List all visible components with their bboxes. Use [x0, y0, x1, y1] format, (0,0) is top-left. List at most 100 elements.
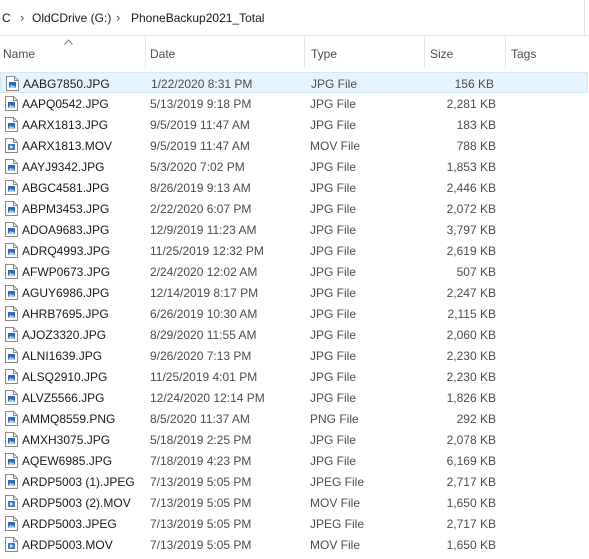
column-header-date[interactable]: Date [150, 47, 175, 61]
file-date: 8/29/2020 11:55 AM [150, 328, 257, 342]
column-header-row: Name Date Type Size Tags [0, 36, 589, 70]
file-row[interactable]: ALVZ5566.JPG 12/24/2020 12:14 PM JPG File 1… [0, 387, 589, 408]
file-name: AAYJ9342.JPG [22, 160, 105, 174]
image-file-icon [5, 390, 18, 405]
file-row[interactable]: ALNI1639.JPG 9/26/2020 7:13 PM JPG File 2,2… [0, 345, 589, 366]
column-header-size[interactable]: Size [430, 47, 453, 61]
file-date: 7/13/2019 5:05 PM [150, 475, 252, 489]
column-divider[interactable] [505, 36, 506, 68]
file-type: MOV File [310, 538, 361, 552]
file-row[interactable]: ARDP5003.MOV 7/13/2019 5:05 PM MOV File 1,6… [0, 534, 589, 555]
file-row[interactable]: AFWP0673.JPG 2/24/2020 12:02 AM JPG File 50… [0, 261, 589, 282]
video-file-icon [5, 138, 18, 153]
file-row[interactable]: AAPQ0542.JPG 5/13/2019 9:18 PM JPG File 2,2… [0, 93, 589, 114]
file-row[interactable]: AQEW6985.JPG 7/18/2019 4:23 PM JPG File 6,1… [0, 450, 589, 471]
file-row[interactable]: ARDP5003.JPEG 7/13/2019 5:05 PM JPEG File 2… [0, 513, 589, 534]
file-size: 156 KB [454, 77, 494, 91]
image-file-icon [5, 411, 18, 426]
image-file-icon [5, 180, 18, 195]
file-size: 1,853 KB [446, 160, 496, 174]
file-name: ALSQ2910.JPG [22, 370, 108, 384]
image-file-icon [5, 327, 18, 342]
file-size: 6,169 KB [446, 454, 496, 468]
breadcrumb-item-drive[interactable]: OldCDrive (G:) [32, 11, 111, 25]
file-size: 2,446 KB [446, 181, 496, 195]
file-size: 2,078 KB [446, 433, 496, 447]
file-type: JPG File [310, 307, 357, 321]
column-header-type[interactable]: Type [311, 47, 337, 61]
file-type: JPEG File [310, 475, 365, 489]
file-row[interactable]: AHRB7695.JPG 6/26/2019 10:30 AM JPG File 2,… [0, 303, 589, 324]
column-divider[interactable] [424, 36, 425, 68]
file-row[interactable]: ABPM3453.JPG 2/22/2020 6:07 PM JPG File 2,0… [0, 198, 589, 219]
file-name: AGUY6986.JPG [22, 286, 110, 300]
image-file-icon [5, 222, 18, 237]
address-bar[interactable]: C › OldCDrive (G:) › PhoneBackup2021_Tot… [0, 0, 589, 36]
column-divider[interactable] [304, 36, 305, 68]
file-date: 11/25/2019 12:32 PM [150, 244, 264, 258]
file-date: 12/14/2019 8:17 PM [150, 286, 259, 300]
chevron-right-icon[interactable]: › [116, 10, 120, 25]
breadcrumb-item-c[interactable]: C [2, 11, 11, 25]
chevron-right-icon[interactable]: › [20, 10, 24, 25]
file-date: 7/13/2019 5:05 PM [150, 496, 252, 510]
file-row[interactable]: ABGC4581.JPG 8/26/2019 9:13 AM JPG File 2,4… [0, 177, 589, 198]
file-name: ARDP5003.JPEG [22, 517, 117, 531]
file-name: ABPM3453.JPG [22, 202, 110, 216]
file-size: 183 KB [456, 118, 496, 132]
file-name: AABG7850.JPG [23, 77, 110, 91]
file-date: 9/5/2019 11:47 AM [150, 118, 250, 132]
file-name: ARDP5003 (2).MOV [22, 496, 131, 510]
image-file-icon [5, 243, 18, 258]
file-row[interactable]: AJOZ3320.JPG 8/29/2020 11:55 AM JPG File 2,… [0, 324, 589, 345]
file-date: 8/26/2019 9:13 AM [150, 181, 251, 195]
video-file-icon [5, 495, 18, 510]
file-size: 788 KB [456, 139, 496, 153]
file-row[interactable]: AMMQ8559.PNG 8/5/2020 11:37 AM PNG File 292… [0, 408, 589, 429]
image-file-icon [5, 348, 18, 363]
file-row[interactable]: AABG7850.JPG 1/22/2020 8:31 PM JPG File 156… [0, 72, 588, 93]
column-header-name[interactable]: Name [3, 47, 35, 61]
column-divider[interactable] [145, 36, 146, 68]
file-size: 2,247 KB [446, 286, 496, 300]
file-type: JPG File [310, 181, 357, 195]
file-row[interactable]: ARDP5003 (2).MOV 7/13/2019 5:05 PM MOV Fil… [0, 492, 589, 513]
image-file-icon [5, 96, 18, 111]
file-type: MOV File [310, 496, 361, 510]
file-name: ALVZ5566.JPG [22, 391, 105, 405]
file-type: JPG File [310, 286, 357, 300]
image-file-icon [5, 306, 18, 321]
file-name: ADRQ4993.JPG [22, 244, 111, 258]
file-name: AJOZ3320.JPG [22, 328, 107, 342]
file-type: MOV File [310, 139, 361, 153]
file-type: JPG File [311, 77, 358, 91]
file-date: 7/13/2019 5:05 PM [150, 538, 252, 552]
file-row[interactable]: ADRQ4993.JPG 11/25/2019 12:32 PM JPG File 2… [0, 240, 589, 261]
file-name: AMXH3075.JPG [22, 433, 111, 447]
file-type: JPG File [310, 97, 357, 111]
file-date: 5/18/2019 2:25 PM [150, 433, 252, 447]
file-type: JPG File [310, 370, 357, 384]
file-size: 507 KB [456, 265, 496, 279]
file-date: 2/22/2020 6:07 PM [150, 202, 252, 216]
file-size: 292 KB [456, 412, 496, 426]
file-size: 1,826 KB [446, 391, 496, 405]
file-date: 9/26/2020 7:13 PM [150, 349, 252, 363]
image-file-icon [5, 117, 18, 132]
file-type: PNG File [310, 412, 359, 426]
file-size: 2,717 KB [446, 517, 496, 531]
file-type: JPG File [310, 328, 357, 342]
file-row[interactable]: AGUY6986.JPG 12/14/2019 8:17 PM JPG File 2,… [0, 282, 589, 303]
column-header-tags[interactable]: Tags [511, 47, 536, 61]
file-row[interactable]: AARX1813.JPG 9/5/2019 11:47 AM JPG File 183… [0, 114, 589, 135]
file-name: ABGC4581.JPG [22, 181, 110, 195]
file-row[interactable]: ARDP5003 (1).JPEG 7/13/2019 5:05 PM JPEG F… [0, 471, 589, 492]
file-row[interactable]: AAYJ9342.JPG 5/3/2020 7:02 PM JPG File 1,85… [0, 156, 589, 177]
file-row[interactable]: AMXH3075.JPG 5/18/2019 2:25 PM JPG File 2,0… [0, 429, 589, 450]
file-row[interactable]: ADOA9683.JPG 12/9/2019 11:23 AM JPG File 3,… [0, 219, 589, 240]
file-row[interactable]: AARX1813.MOV 9/5/2019 11:47 AM MOV File 788… [0, 135, 589, 156]
file-row[interactable]: ALSQ2910.JPG 11/25/2019 4:01 PM JPG File 2,… [0, 366, 589, 387]
file-name: ARDP5003.MOV [22, 538, 113, 552]
breadcrumb-item-folder[interactable]: PhoneBackup2021_Total [131, 11, 264, 25]
file-date: 8/5/2020 11:37 AM [150, 412, 250, 426]
